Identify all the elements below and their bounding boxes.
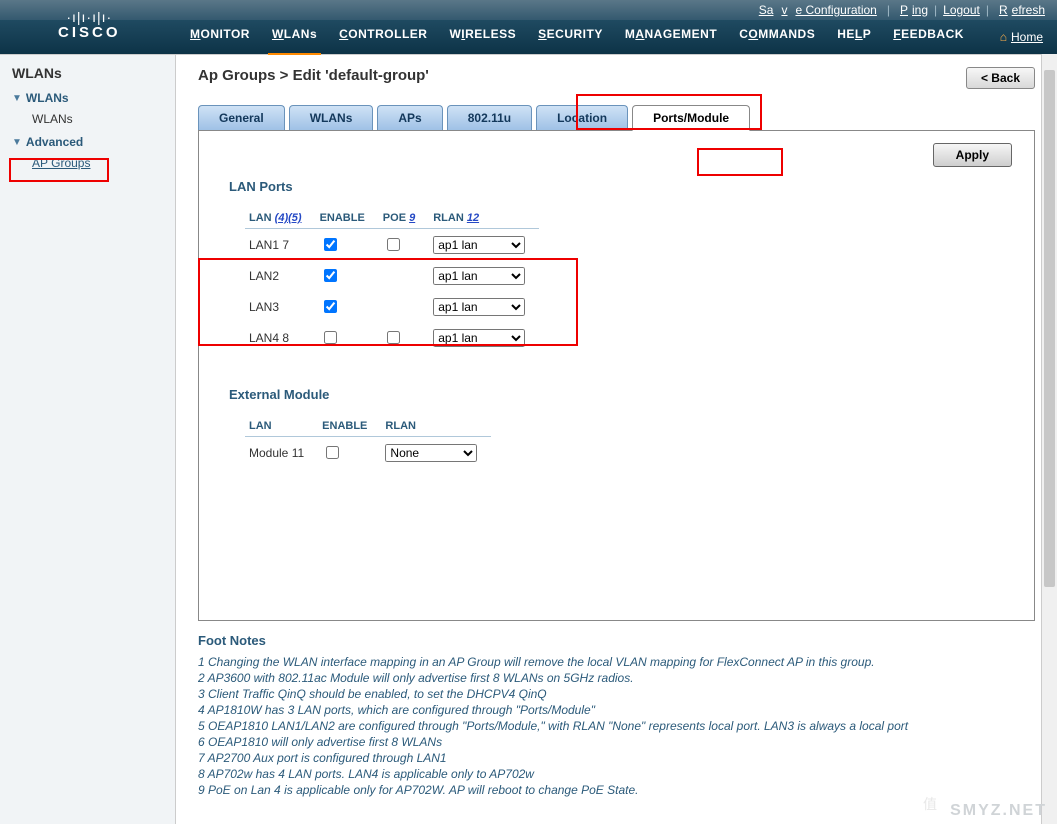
menu-controller[interactable]: CONTROLLER	[339, 27, 427, 47]
menu-commands[interactable]: COMMANDS	[739, 27, 815, 47]
lan2-rlan-select[interactable]: ap1 lan	[433, 267, 525, 285]
external-module-table: LAN ENABLE RLAN Module 11 None	[245, 420, 491, 468]
footnote: 3 Client Traffic QinQ should be enabled,…	[198, 686, 1035, 702]
menu-management[interactable]: MANAGEMENT	[625, 27, 717, 47]
sidebar-title: WLANs	[12, 65, 175, 81]
footnotes: Foot Notes 1 Changing the WLAN interface…	[198, 633, 1035, 798]
menu-security[interactable]: SECURITY	[538, 27, 603, 47]
menu-wireless[interactable]: WIRELESS	[449, 27, 516, 47]
lan1-poe-checkbox[interactable]	[387, 238, 400, 251]
home-link[interactable]: ⌂ Home	[1000, 30, 1043, 44]
module-rlan-select[interactable]: None	[385, 444, 477, 462]
footnote: 8 AP702w has 4 LAN ports. LAN4 is applic…	[198, 766, 1035, 782]
ping-link[interactable]: Ping	[896, 3, 928, 17]
table-row: Module 11 None	[245, 437, 491, 469]
sidebar: WLANs ▼WLANs WLANs ▼Advanced AP Groups	[0, 55, 176, 824]
tab-aps[interactable]: APs	[377, 105, 442, 130]
module-enable-checkbox[interactable]	[326, 446, 339, 459]
lan-ports-table: LAN (4)(5) ENABLE POE 9 RLAN 12 LAN1 7ap…	[245, 212, 539, 353]
menu-monitor[interactable]: MONITOR	[190, 27, 250, 47]
tab-ports-module[interactable]: Ports/Module	[632, 105, 750, 131]
apply-button[interactable]: Apply	[933, 143, 1012, 167]
lan3-enable-checkbox[interactable]	[324, 300, 337, 313]
tab-80211u[interactable]: 802.11u	[447, 105, 532, 130]
tab-bar: General WLANs APs 802.11u Location Ports…	[198, 103, 1035, 131]
sidebar-group-wlans[interactable]: ▼WLANs	[12, 91, 175, 105]
home-icon: ⌂	[1000, 30, 1007, 44]
footnote-link[interactable]: 7	[282, 238, 289, 252]
scroll-thumb[interactable]	[1044, 70, 1055, 587]
lan4-poe-checkbox[interactable]	[387, 331, 400, 344]
save-config-link[interactable]: Save Configuration	[755, 3, 881, 17]
footnote: 6 OEAP1810 will only advertise first 8 W…	[198, 734, 1035, 750]
lan1-enable-checkbox[interactable]	[324, 238, 337, 251]
cisco-logo: ·ı|ı·ı|ı· CISCO	[58, 12, 121, 41]
footnote-link[interactable]: 11	[292, 446, 304, 460]
footnote: 2 AP3600 with 802.11ac Module will only …	[198, 670, 1035, 686]
table-row: LAN1 7ap1 lan	[245, 229, 539, 261]
tab-location[interactable]: Location	[536, 105, 628, 130]
footnotes-title: Foot Notes	[198, 633, 1035, 648]
chevron-down-icon: ▼	[12, 137, 22, 148]
lan1-rlan-select[interactable]: ap1 lan	[433, 236, 525, 254]
navbar: ·ı|ı·ı|ı· CISCO MONITOR WLANs CONTROLLER…	[0, 20, 1057, 54]
tab-general[interactable]: General	[198, 105, 285, 130]
refresh-link[interactable]: Refresh	[995, 3, 1045, 17]
footnote: 7 AP2700 Aux port is configured through …	[198, 750, 1035, 766]
content: Ap Groups > Edit 'default-group' < Back …	[176, 55, 1057, 824]
table-row: LAN3ap1 lan	[245, 291, 539, 322]
menu-help[interactable]: HELP	[837, 27, 871, 47]
chevron-down-icon: ▼	[12, 93, 22, 104]
footnote: 5 OEAP1810 LAN1/LAN2 are configured thro…	[198, 718, 1035, 734]
footnote: 9 PoE on Lan 4 is applicable only for AP…	[198, 782, 1035, 798]
footnote-link[interactable]: 12	[467, 212, 479, 224]
section-external-module: External Module	[229, 387, 1004, 402]
sidebar-item-wlans[interactable]: WLANs	[32, 109, 175, 129]
table-row: LAN2ap1 lan	[245, 260, 539, 291]
tab-wlans[interactable]: WLANs	[289, 105, 374, 130]
sidebar-item-ap-groups[interactable]: AP Groups	[32, 153, 175, 173]
logout-link[interactable]: Logout	[943, 3, 980, 17]
lan4-rlan-select[interactable]: ap1 lan	[433, 329, 525, 347]
footnote: 4 AP1810W has 3 LAN ports, which are con…	[198, 702, 1035, 718]
sidebar-group-advanced[interactable]: ▼Advanced	[12, 135, 175, 149]
lan3-rlan-select[interactable]: ap1 lan	[433, 298, 525, 316]
footnote-link[interactable]: 8	[282, 331, 289, 345]
page-title: Ap Groups > Edit 'default-group'	[198, 67, 429, 84]
footnote-link[interactable]: 9	[409, 212, 415, 224]
tab-panel: Apply LAN Ports LAN (4)(5) ENABLE POE 9 …	[198, 131, 1035, 621]
menu-wlans[interactable]: WLANs	[272, 27, 317, 47]
table-row: LAN4 8ap1 lan	[245, 322, 539, 353]
main-menu: MONITOR WLANs CONTROLLER WIRELESS SECURI…	[190, 27, 964, 47]
footnote-link[interactable]: (4)(5)	[275, 212, 302, 224]
menu-feedback[interactable]: FEEDBACK	[893, 27, 964, 47]
section-lan-ports: LAN Ports	[229, 179, 1004, 194]
footnote: 1 Changing the WLAN interface mapping in…	[198, 654, 1035, 670]
scrollbar[interactable]	[1041, 54, 1057, 824]
lan4-enable-checkbox[interactable]	[324, 331, 337, 344]
lan2-enable-checkbox[interactable]	[324, 269, 337, 282]
back-button[interactable]: < Back	[966, 67, 1035, 89]
utility-bar: Save Configuration | Ping | Logout | Ref…	[0, 0, 1057, 20]
